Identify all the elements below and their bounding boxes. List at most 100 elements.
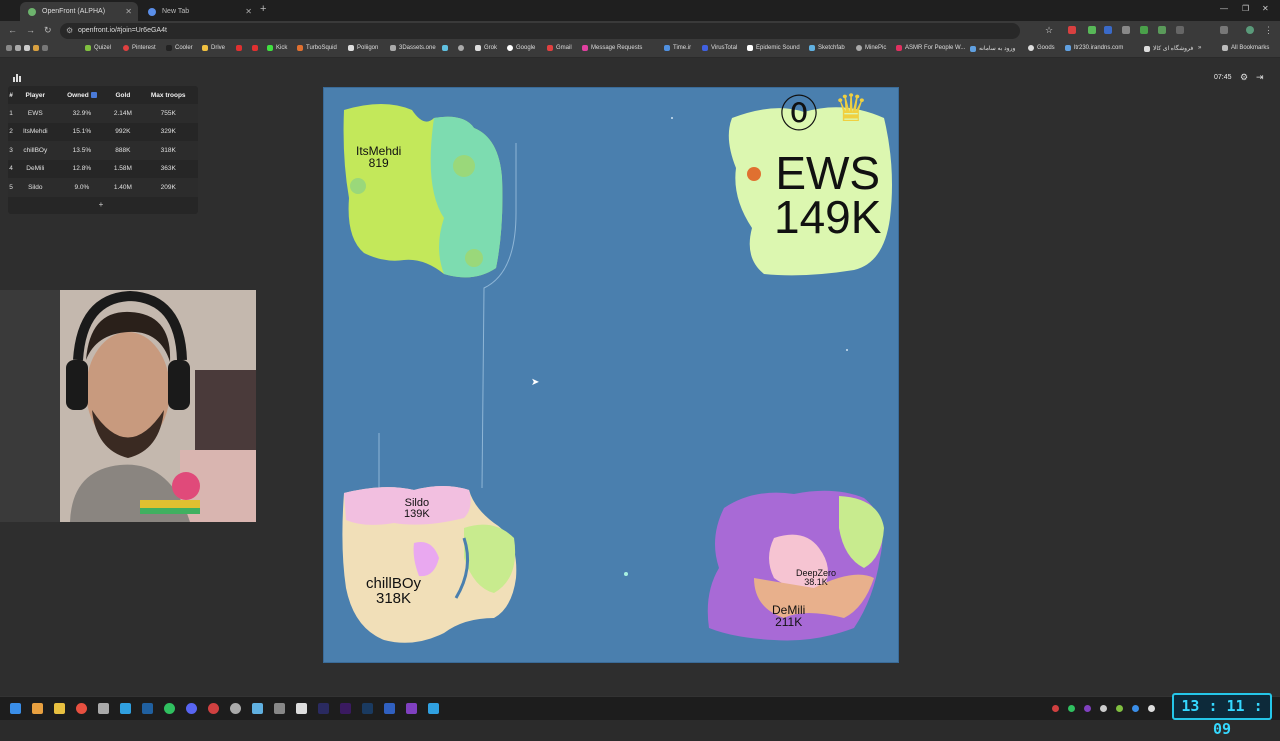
bookmark-irandns[interactable]: ltr230.irandns.com [1065, 45, 1123, 51]
extension-icon[interactable] [1122, 26, 1130, 34]
bookmark-arrow[interactable] [442, 45, 451, 51]
leaderboard-row[interactable]: 2 ItsMehdi 15.1% 992K 329K [8, 123, 198, 142]
steam-icon[interactable] [142, 703, 153, 714]
search-icon[interactable] [32, 703, 43, 714]
newtab-favicon-icon [148, 7, 156, 16]
bookmark-gmail[interactable]: Gmail [547, 45, 572, 51]
app-icon[interactable] [252, 703, 263, 714]
extension-icon[interactable] [1088, 26, 1096, 34]
file-explorer-icon[interactable] [54, 703, 65, 714]
leaderboard-row[interactable]: 4 DeMili 12.8% 1.58M 363K [8, 160, 198, 179]
tray-icon[interactable] [1068, 705, 1075, 712]
telegram-icon[interactable] [120, 703, 131, 714]
leaderboard-toggle-icon[interactable] [12, 72, 22, 82]
header-max-troops[interactable]: Max troops [138, 86, 198, 104]
bookmark-turbosquid[interactable]: TurboSquid [297, 45, 337, 51]
bookmark-cooler[interactable]: Cooler [166, 45, 193, 51]
start-menu-icon[interactable] [10, 703, 21, 714]
discord-icon[interactable] [186, 703, 197, 714]
exit-game-icon[interactable]: ⇥ [1256, 72, 1264, 83]
tray-icon[interactable] [1100, 705, 1107, 712]
app-icon[interactable] [208, 703, 219, 714]
bookmark-persian-login[interactable]: ورود به سامانه [970, 45, 1015, 52]
bookmark-google[interactable]: Google [507, 45, 535, 51]
bookmark-epidemic[interactable]: Epidemic Sound [747, 45, 800, 51]
bookmark-minepic[interactable]: MinePic [856, 45, 886, 51]
bookmark-globe[interactable] [458, 45, 467, 51]
bookmark-youtube[interactable] [236, 45, 245, 51]
bookmark-asmr[interactable]: ASMR For People W... [896, 45, 965, 51]
bookmark-icon[interactable] [33, 45, 39, 51]
spotify-icon[interactable] [164, 703, 175, 714]
bookmark-red[interactable] [252, 45, 261, 51]
photoshop-icon[interactable] [362, 703, 373, 714]
leaderboard-expand-button[interactable]: + [95, 200, 107, 210]
leaderboard-row[interactable]: 5 Sildo 9.0% 1.40M 209K [8, 178, 198, 197]
bookmark-sketchfab[interactable]: Sketchfab [809, 45, 845, 51]
leaderboard-row[interactable]: 1 EWS 32.9% 2.14M 755K [8, 104, 198, 123]
bookmark-icon[interactable] [42, 45, 48, 51]
bookmark-icon[interactable] [6, 45, 12, 51]
extension-icon[interactable] [1068, 26, 1076, 34]
bookmark-pinterest[interactable]: Pinterest [123, 45, 156, 51]
bookmark-message-requests[interactable]: Message Requests [582, 45, 642, 51]
address-bar[interactable]: ⚙ openfront.io/#join=Ur6eGA4t [60, 23, 1020, 39]
tray-icon[interactable] [1116, 705, 1123, 712]
site-info-icon[interactable]: ⚙ [66, 23, 73, 39]
maximize-icon[interactable]: ❐ [1242, 4, 1249, 13]
gold: 992K [115, 128, 131, 136]
bookmark-goods[interactable]: Goods [1028, 45, 1055, 51]
close-tab-icon[interactable]: ✕ [125, 7, 132, 16]
bookmark-icon[interactable] [24, 45, 30, 51]
game-map[interactable]: ⓪ ♛ ItsMehdi 819 EWS 149K Sildo 139K chi… [323, 87, 899, 663]
tray-icon[interactable] [1084, 705, 1091, 712]
bookmark-quizel[interactable]: Quizel [85, 45, 111, 51]
back-icon[interactable]: ← [8, 25, 17, 35]
sidebar-icon[interactable] [1220, 26, 1228, 34]
bookmark-virustotal[interactable]: VirusTotal [702, 45, 737, 51]
app-icon[interactable] [274, 703, 285, 714]
tab-openfront[interactable]: OpenFront (ALPHA) ✕ [20, 2, 138, 21]
after-effects-icon[interactable] [318, 703, 329, 714]
app-icon[interactable] [384, 703, 395, 714]
bookmarks-overflow-icon[interactable]: » [1198, 45, 1201, 51]
app-icon[interactable] [230, 703, 241, 714]
tray-icon[interactable] [1132, 705, 1139, 712]
settings-gear-icon[interactable]: ⚙ [1240, 72, 1248, 83]
bookmark-time[interactable]: Time.ir [664, 45, 691, 51]
new-tab-button[interactable]: + [260, 3, 266, 15]
bookmark-star-icon[interactable]: ☆ [1045, 25, 1053, 36]
extension-icon[interactable] [1104, 26, 1112, 34]
tray-icon[interactable] [1148, 705, 1155, 712]
sort-icon[interactable] [90, 91, 97, 98]
all-bookmarks[interactable]: All Bookmarks [1222, 45, 1269, 51]
tray-icon[interactable] [1052, 705, 1059, 712]
leaderboard-row[interactable]: 3 chillBOy 13.5% 888K 318K [8, 141, 198, 160]
bookmark-icon[interactable] [15, 45, 21, 51]
chrome-icon[interactable] [76, 703, 87, 714]
close-window-icon[interactable]: ✕ [1262, 4, 1269, 13]
notepad-icon[interactable] [296, 703, 307, 714]
minimize-icon[interactable]: — [1220, 4, 1228, 13]
bookmark-kick[interactable]: Kick [267, 45, 287, 51]
app-icon[interactable] [406, 703, 417, 714]
bookmark-drive[interactable]: Drive [202, 45, 225, 51]
tab-new-tab[interactable]: New Tab ✕ [140, 2, 258, 21]
bookmark-persian-store[interactable]: فروشگاه ای کالا [1144, 45, 1193, 52]
bookmark-3dassets[interactable]: 3Dassets.one [390, 45, 436, 51]
profile-avatar-icon[interactable] [1246, 26, 1254, 34]
reload-icon[interactable]: ↻ [44, 25, 52, 36]
bookmark-poliigon[interactable]: Poliigon [348, 45, 378, 51]
app-icon[interactable] [98, 703, 109, 714]
close-tab-icon[interactable]: ✕ [245, 7, 252, 16]
header-gold[interactable]: Gold [107, 86, 138, 104]
extension-icon[interactable] [1140, 26, 1148, 34]
chrome-menu-icon[interactable]: ⋮ [1264, 25, 1273, 36]
header-owned[interactable]: Owned [56, 86, 107, 104]
app-icon[interactable] [428, 703, 439, 714]
bookmark-grok[interactable]: Grok [475, 45, 497, 51]
premiere-icon[interactable] [340, 703, 351, 714]
forward-icon[interactable]: → [26, 25, 35, 35]
extensions-puzzle-icon[interactable] [1176, 26, 1184, 34]
extension-icon[interactable] [1158, 26, 1166, 34]
